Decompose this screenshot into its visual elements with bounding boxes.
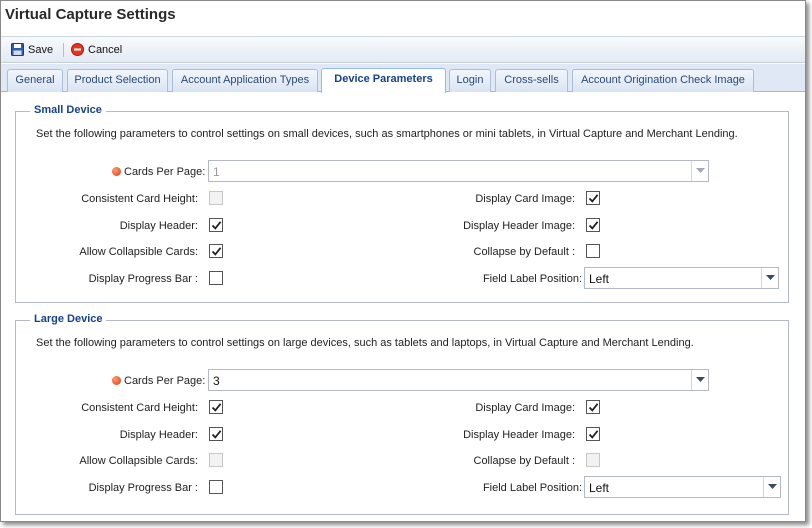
small-allow-collapsible-cards-checkbox[interactable] <box>209 244 223 258</box>
required-indicator-icon <box>112 167 121 176</box>
small-cards-per-page-select[interactable]: 1 <box>208 160 709 182</box>
small-display-header-label: Display Header: <box>119 220 198 232</box>
large-collapse-by-default-label: Collapse by Default : <box>473 455 576 467</box>
small-display-progress-bar-checkbox[interactable] <box>209 271 223 285</box>
tab-content: Small Device Set the following parameter… <box>1 93 805 521</box>
small-display-card-image-label: Display Card Image: <box>475 193 575 205</box>
tab-product-selection[interactable]: Product Selection <box>67 69 168 92</box>
large-display-header-image-label: Display Header Image: <box>463 429 575 441</box>
chevron-down-icon[interactable] <box>763 477 780 497</box>
checkmark-icon <box>588 221 599 230</box>
save-label: Save <box>28 44 54 56</box>
large-allow-collapsible-cards-checkbox[interactable] <box>209 453 223 467</box>
large-display-progress-bar-label: Display Progress Bar : <box>88 482 198 494</box>
checkmark-icon <box>211 221 222 230</box>
chevron-down-icon[interactable] <box>761 268 778 288</box>
large-cards-per-page-label: Cards Per Page: <box>112 375 205 387</box>
cancel-label: Cancel <box>88 44 123 56</box>
small-collapse-by-default-label: Collapse by Default : <box>473 246 576 258</box>
save-button[interactable]: Save <box>9 41 53 59</box>
checkmark-icon <box>588 194 599 203</box>
small-field-label-position-value: Left <box>589 272 610 286</box>
large-device-legend: Large Device <box>30 313 107 325</box>
large-field-label-position-label: Field Label Position: <box>482 482 582 494</box>
large-display-header-checkbox[interactable] <box>209 427 223 441</box>
tab-account-origination-check-image[interactable]: Account Origination Check Image <box>572 69 754 92</box>
small-allow-collapsible-cards-label: Allow Collapsible Cards: <box>79 246 198 258</box>
checkmark-icon <box>588 403 599 412</box>
large-device-fieldset: Large Device Set the following parameter… <box>15 313 789 515</box>
small-collapse-by-default-checkbox[interactable] <box>586 244 600 258</box>
large-display-header-image-checkbox[interactable] <box>586 427 600 441</box>
tab-cross-sells[interactable]: Cross-sells <box>495 69 568 92</box>
floppy-disk-icon <box>11 43 24 56</box>
checkmark-icon <box>211 403 222 412</box>
toolbar: Save Cancel <box>1 36 805 63</box>
toolbar-separator <box>63 43 64 57</box>
settings-window: Virtual Capture Settings Save Cancel Gen… <box>0 0 806 522</box>
large-allow-collapsible-cards-label: Allow Collapsible Cards: <box>79 455 198 467</box>
small-cards-per-page-label: Cards Per Page: <box>112 166 205 178</box>
large-collapse-by-default-checkbox[interactable] <box>586 453 600 467</box>
checkmark-icon <box>211 430 222 439</box>
checkmark-icon <box>588 430 599 439</box>
window-title: Virtual Capture Settings <box>5 6 176 23</box>
small-device-fieldset: Small Device Set the following parameter… <box>15 104 789 303</box>
tab-device-parameters[interactable]: Device Parameters <box>321 68 446 93</box>
large-display-card-image-label: Display Card Image: <box>475 402 575 414</box>
tab-login[interactable]: Login <box>449 69 491 92</box>
large-cards-per-page-select[interactable]: 3 <box>208 369 709 391</box>
small-display-header-image-label: Display Header Image: <box>463 220 575 232</box>
chevron-down-icon[interactable] <box>691 370 708 390</box>
tab-general[interactable]: General <box>7 69 63 92</box>
large-consistent-card-height-label: Consistent Card Height: <box>81 402 198 414</box>
small-cards-per-page-value: 1 <box>213 165 220 179</box>
large-display-progress-bar-checkbox[interactable] <box>209 480 223 494</box>
large-display-header-label: Display Header: <box>119 429 198 441</box>
small-display-header-checkbox[interactable] <box>209 218 223 232</box>
small-consistent-card-height-checkbox[interactable] <box>209 191 223 205</box>
small-device-description: Set the following parameters to control … <box>36 128 738 140</box>
large-device-description: Set the following parameters to control … <box>36 337 694 349</box>
chevron-down-icon[interactable] <box>691 161 708 181</box>
large-display-card-image-checkbox[interactable] <box>586 400 600 414</box>
large-cards-per-page-value: 3 <box>213 374 220 388</box>
cancel-button[interactable]: Cancel <box>69 41 122 59</box>
large-field-label-position-value: Left <box>589 481 610 495</box>
small-device-legend: Small Device <box>30 104 106 116</box>
small-field-label-position-label: Field Label Position: <box>482 273 582 285</box>
small-display-card-image-checkbox[interactable] <box>586 191 600 205</box>
small-consistent-card-height-label: Consistent Card Height: <box>81 193 198 205</box>
large-field-label-position-select[interactable]: Left <box>584 476 781 498</box>
tab-account-application-types[interactable]: Account Application Types <box>172 69 318 92</box>
cancel-icon <box>71 43 84 56</box>
large-consistent-card-height-checkbox[interactable] <box>209 400 223 414</box>
required-indicator-icon <box>112 376 121 385</box>
small-field-label-position-select[interactable]: Left <box>584 267 779 289</box>
small-display-header-image-checkbox[interactable] <box>586 218 600 232</box>
checkmark-icon <box>211 247 222 256</box>
tab-strip: General Product Selection Account Applic… <box>1 64 805 93</box>
small-display-progress-bar-label: Display Progress Bar : <box>88 273 198 285</box>
